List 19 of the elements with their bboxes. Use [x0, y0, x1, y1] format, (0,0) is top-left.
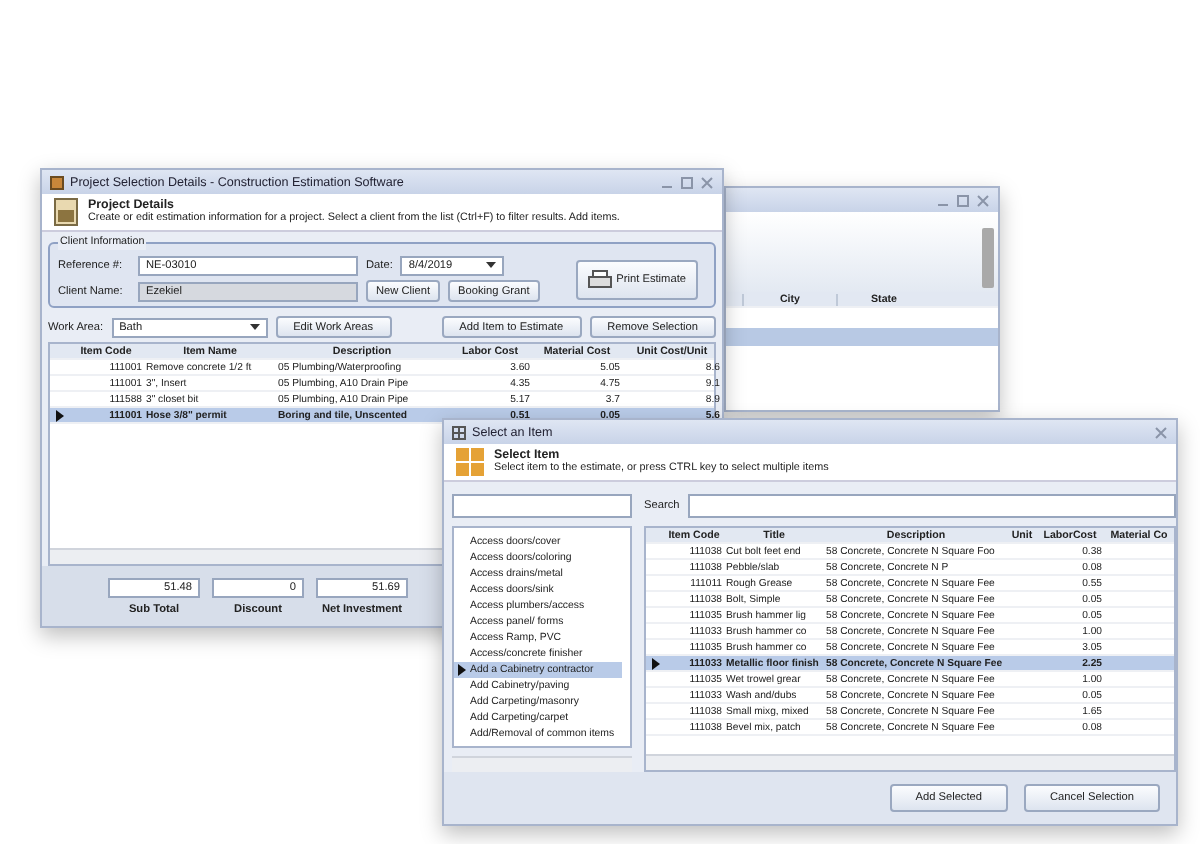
document-icon	[54, 198, 78, 226]
row-pointer-icon	[458, 664, 466, 676]
caret-icon	[486, 262, 497, 270]
scrollbar[interactable]	[646, 754, 1174, 770]
table-row[interactable]	[726, 328, 998, 346]
maximize-icon	[956, 193, 970, 207]
row-pointer-icon	[55, 409, 63, 421]
grid-icon	[452, 425, 466, 439]
maximize-icon	[680, 175, 694, 189]
scrollbar[interactable]	[982, 228, 994, 288]
close-icon	[700, 175, 714, 189]
search-field[interactable]	[687, 494, 1176, 518]
search-field[interactable]	[452, 494, 632, 518]
caret-icon	[249, 323, 260, 331]
close-icon	[1154, 425, 1168, 439]
printer-icon	[588, 269, 613, 289]
app-icon	[50, 175, 64, 189]
close-icon	[976, 193, 990, 207]
row-pointer-icon	[651, 657, 659, 669]
